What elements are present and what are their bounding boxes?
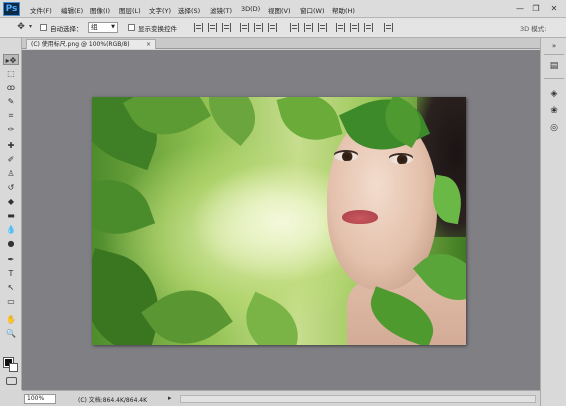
menu-view[interactable]: 视图(V): [268, 5, 291, 15]
auto-select-value: 组: [91, 23, 98, 31]
align-bottom-icon[interactable]: [222, 23, 231, 32]
dock-divider: [544, 54, 564, 55]
move-tool-icon[interactable]: ▸✥: [3, 54, 19, 65]
leaf-shape: [141, 272, 233, 345]
document-size-info: (C) 文档:864.4K/864.4K: [78, 397, 148, 404]
leaf-shape: [234, 291, 310, 345]
menu-file[interactable]: 文件(F): [30, 5, 52, 15]
auto-select-checkbox[interactable]: [40, 24, 47, 31]
menu-bar: Ps 文件(F) 编辑(E) 图像(I) 图层(L) 文字(Y) 选择(S) 滤…: [0, 0, 566, 18]
align-vcenter-icon[interactable]: [208, 23, 217, 32]
options-bar: ✥ ▾ 自动选择： 组 ▼ 显示变换控件 3D 模式:: [0, 18, 566, 38]
gradient-tool-icon[interactable]: ▬: [3, 210, 19, 221]
align-hcenter-icon[interactable]: [254, 23, 263, 32]
leaf-shape: [194, 97, 270, 147]
show-transform-checkbox[interactable]: [128, 24, 135, 31]
align-right-icon[interactable]: [268, 23, 277, 32]
distribute-vcenter-icon[interactable]: [304, 23, 313, 32]
hand-tool-icon[interactable]: ✋: [3, 314, 19, 325]
clone-stamp-tool-icon[interactable]: ♙: [3, 168, 19, 179]
move-tool-preset-icon[interactable]: ✥: [14, 21, 28, 34]
path-select-tool-icon[interactable]: ↖: [3, 282, 19, 293]
chevron-down-icon: ▼: [111, 24, 115, 30]
distribute-bottom-icon[interactable]: [318, 23, 327, 32]
channels-panel-icon[interactable]: ❀: [547, 105, 561, 117]
menu-select[interactable]: 选择(S): [178, 5, 200, 15]
dock-divider: [544, 78, 564, 79]
marquee-tool-icon[interactable]: ⬚: [3, 68, 19, 79]
crop-tool-icon[interactable]: ⌗: [3, 110, 19, 121]
document-tab-title: (C) 使用标尺.png @ 100%(RGB/8): [31, 41, 130, 48]
left-eye-shape: [334, 152, 358, 161]
close-icon[interactable]: ×: [146, 40, 151, 49]
blur-tool-icon[interactable]: 💧: [3, 224, 19, 235]
minimize-button[interactable]: —: [514, 3, 526, 14]
workspace: [22, 50, 540, 390]
expand-panels-icon[interactable]: »: [547, 40, 561, 52]
restore-button[interactable]: ❐: [530, 3, 542, 14]
pen-tool-icon[interactable]: ✒: [3, 254, 19, 265]
distribute-hcenter-icon[interactable]: [350, 23, 359, 32]
document-tab[interactable]: (C) 使用标尺.png @ 100%(RGB/8) ×: [26, 39, 156, 49]
show-transform-label: 显示变换控件: [138, 25, 177, 33]
quick-mask-icon[interactable]: [6, 377, 17, 385]
leaf-shape: [92, 166, 156, 248]
menu-filter[interactable]: 滤镜(T): [210, 5, 232, 15]
status-bar: 100% (C) 文档:864.4K/864.4K ▸: [22, 390, 540, 406]
auto-select-dropdown[interactable]: 组 ▼: [88, 22, 118, 33]
paths-panel-icon[interactable]: ◎: [547, 122, 561, 134]
menu-help[interactable]: 帮助(H): [332, 5, 355, 15]
menu-layer[interactable]: 图层(L): [119, 5, 141, 15]
leaf-shape: [276, 97, 343, 149]
lasso-tool-icon[interactable]: ꝏ: [3, 82, 19, 93]
layers-panel-icon[interactable]: ◈: [547, 88, 561, 100]
dodge-tool-icon[interactable]: ●: [3, 238, 19, 249]
quick-select-tool-icon[interactable]: ✎: [3, 96, 19, 107]
zoom-tool-icon[interactable]: 🔍: [3, 328, 19, 339]
background-color-swatch[interactable]: [9, 363, 18, 372]
menu-edit[interactable]: 编辑(E): [61, 5, 83, 15]
auto-select-label: 自动选择：: [50, 25, 83, 33]
brush-tool-icon[interactable]: ✐: [3, 154, 19, 165]
distribute-top-icon[interactable]: [290, 23, 299, 32]
right-eye-shape: [389, 155, 413, 164]
auto-align-icon[interactable]: [384, 23, 393, 32]
distribute-right-icon[interactable]: [364, 23, 373, 32]
align-left-icon[interactable]: [240, 23, 249, 32]
align-top-icon[interactable]: [194, 23, 203, 32]
eyedropper-tool-icon[interactable]: ✑: [3, 124, 19, 135]
distribute-left-icon[interactable]: [336, 23, 345, 32]
horizontal-scrollbar[interactable]: [180, 395, 536, 403]
type-tool-icon[interactable]: T: [3, 268, 19, 279]
3d-mode-label: 3D 模式:: [520, 25, 547, 33]
menu-window[interactable]: 窗口(W): [300, 5, 325, 15]
healing-brush-tool-icon[interactable]: ✚: [3, 140, 19, 151]
panel-dock: » ▤ ◈ ❀ ◎: [540, 38, 566, 406]
document-canvas[interactable]: [92, 97, 466, 345]
history-panel-icon[interactable]: ▤: [547, 60, 561, 72]
menu-type[interactable]: 文字(Y): [149, 5, 171, 15]
menu-image[interactable]: 图像(I): [90, 5, 110, 15]
menu-3d[interactable]: 3D(D): [241, 5, 260, 13]
eraser-tool-icon[interactable]: ◆: [3, 196, 19, 207]
status-menu-arrow-icon[interactable]: ▸: [168, 394, 172, 402]
lips-shape: [342, 210, 378, 224]
zoom-level-field[interactable]: 100%: [24, 394, 56, 404]
history-brush-tool-icon[interactable]: ↺: [3, 182, 19, 193]
photoshop-logo: Ps: [3, 2, 20, 16]
document-tab-strip: (C) 使用标尺.png @ 100%(RGB/8) ×: [22, 38, 540, 49]
rectangle-tool-icon[interactable]: ▭: [3, 296, 19, 307]
tool-preset-caret-icon[interactable]: ▾: [29, 23, 32, 30]
tools-panel: ▸✥ ⬚ ꝏ ✎ ⌗ ✑ ✚ ✐ ♙ ↺ ◆ ▬ 💧 ● ✒ T ↖ ▭ ✋ 🔍: [0, 38, 22, 390]
close-window-button[interactable]: ✕: [548, 3, 560, 14]
